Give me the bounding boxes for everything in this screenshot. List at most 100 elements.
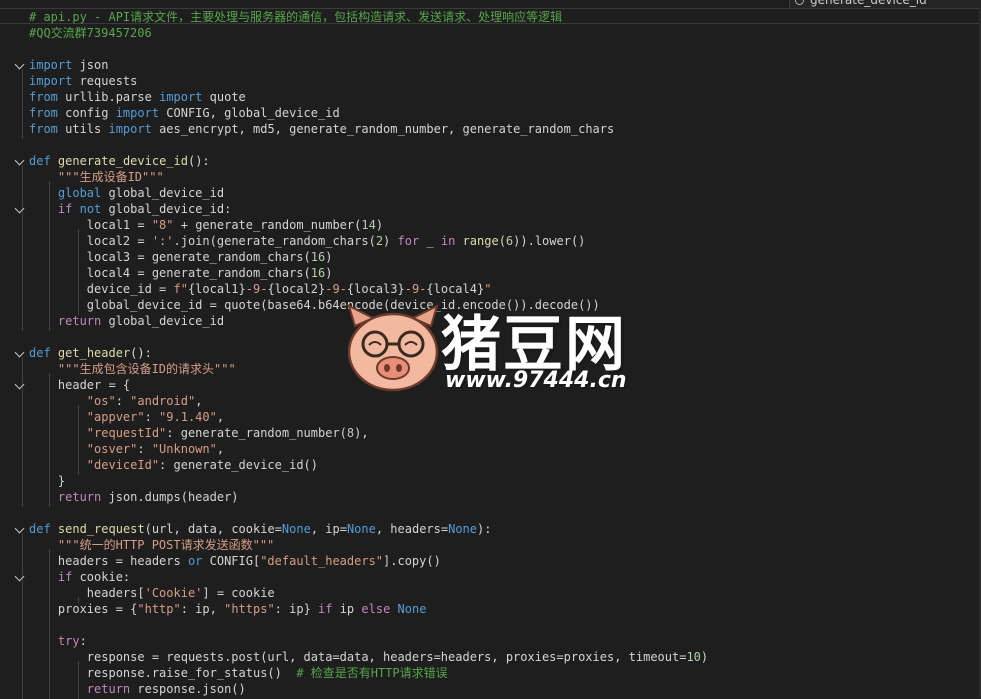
fold-chevron-icon[interactable] xyxy=(14,347,25,358)
code-token: import xyxy=(115,106,160,120)
code-line[interactable]: response.raise_for_status() # 检查是否有HTTP请… xyxy=(0,665,981,681)
editor-tab-generate-device-id[interactable]: generate_device_id xyxy=(789,0,981,8)
code-line[interactable]: """生成设备ID""" xyxy=(0,169,981,185)
code-token: None xyxy=(448,522,477,536)
code-line[interactable]: try: xyxy=(0,633,981,649)
code-text: #QQ交流群739457206 xyxy=(29,25,152,41)
code-token: ) xyxy=(325,250,333,264)
code-line[interactable]: "requestId": generate_random_number(8), xyxy=(0,425,981,441)
code-text: local4 = generate_random_chars(16) xyxy=(29,265,333,281)
fold-chevron-icon[interactable] xyxy=(14,379,25,390)
code-text: def send_request(url, data, cookie=None,… xyxy=(29,521,491,537)
code-line[interactable]: from urllib.parse import quote xyxy=(0,89,981,105)
code-text: from utils import aes_encrypt, md5, gene… xyxy=(29,121,614,137)
code-token: def xyxy=(29,522,51,536)
code-token: : generate_device_id() xyxy=(159,458,318,472)
code-token: , headers= xyxy=(375,522,449,536)
code-text: return json.dumps(header) xyxy=(29,489,239,505)
code-line[interactable] xyxy=(0,505,981,521)
code-line[interactable]: device_id = f"{local1}-9-{local2}-9-{loc… xyxy=(0,281,981,297)
code-token: .join(generate_random_chars( xyxy=(173,234,376,248)
code-token: ) xyxy=(700,650,709,664)
fold-chevron-icon[interactable] xyxy=(14,155,25,166)
code-token: 16 xyxy=(310,250,326,264)
code-text: header = { xyxy=(29,377,130,393)
code-token: "http" xyxy=(137,602,181,616)
code-text: return response.json() xyxy=(29,681,246,697)
code-line[interactable]: if cookie: xyxy=(0,569,981,585)
code-line[interactable]: local1 = "8" + generate_random_number(14… xyxy=(0,217,981,233)
code-token: return xyxy=(57,314,102,328)
fold-chevron-icon[interactable] xyxy=(14,523,25,534)
code-line[interactable]: if not global_device_id: xyxy=(0,201,981,217)
code-token: # api.py - API请求文件，主要处理与服务器的通信，包括构造请求、发送… xyxy=(29,10,563,24)
code-token: , xyxy=(195,394,203,408)
code-line[interactable]: local3 = generate_random_chars(16) xyxy=(0,249,981,265)
code-line[interactable]: from utils import aes_encrypt, md5, gene… xyxy=(0,121,981,137)
code-line[interactable]: response = requests.post(url, data=data,… xyxy=(0,649,981,665)
tab-label: generate_device_id xyxy=(810,0,927,7)
code-text: if cookie: xyxy=(29,569,130,585)
code-line[interactable]: "osver": "Unknown", xyxy=(0,441,981,457)
code-token: from xyxy=(29,122,58,136)
code-token: headers[ xyxy=(29,586,145,600)
fold-chevron-icon[interactable] xyxy=(14,59,25,70)
fold-chevron-icon[interactable] xyxy=(14,571,25,582)
code-line[interactable]: # api.py - API请求文件，主要处理与服务器的通信，包括构造请求、发送… xyxy=(0,9,981,25)
code-line[interactable] xyxy=(0,137,981,153)
code-line[interactable]: from config import CONFIG, global_device… xyxy=(0,105,981,121)
code-line[interactable]: def generate_device_id(): xyxy=(0,153,981,169)
code-text: response.raise_for_status() # 检查是否有HTTP请… xyxy=(29,665,448,681)
code-text: from urllib.parse import quote xyxy=(29,89,246,105)
code-token: ( xyxy=(498,234,506,248)
code-line[interactable]: return json.dumps(header) xyxy=(0,489,981,505)
code-token: {local3} xyxy=(346,282,405,296)
code-token: f" xyxy=(173,282,188,296)
code-line[interactable]: local4 = generate_random_chars(16) xyxy=(0,265,981,281)
code-token: : generate_random_number( xyxy=(166,426,347,440)
code-line[interactable]: } xyxy=(0,473,981,489)
code-line[interactable]: local2 = ':'.join(generate_random_chars(… xyxy=(0,233,981,249)
code-token: CONFIG, global_device_id xyxy=(159,106,340,120)
code-token: import xyxy=(29,58,73,72)
code-token: ip xyxy=(332,602,362,616)
code-token: def xyxy=(29,346,51,360)
code-line[interactable]: #QQ交流群739457206 xyxy=(0,25,981,41)
code-line[interactable]: """统一的HTTP POST请求发送函数""" xyxy=(0,537,981,553)
code-line[interactable] xyxy=(0,617,981,633)
code-line[interactable]: global global_device_id xyxy=(0,185,981,201)
code-text: device_id = f"{local1}-9-{local2}-9-{loc… xyxy=(29,281,492,297)
code-token: #QQ交流群739457206 xyxy=(29,26,152,40)
code-token: def xyxy=(29,154,51,168)
code-line[interactable]: "appver": "9.1.40", xyxy=(0,409,981,425)
code-line[interactable]: def send_request(url, data, cookie=None,… xyxy=(0,521,981,537)
code-token: json xyxy=(72,58,109,72)
code-token: ) xyxy=(375,218,384,232)
code-token: aes_encrypt, md5, generate_random_number… xyxy=(151,122,615,136)
code-line[interactable] xyxy=(0,41,981,57)
code-line[interactable]: import requests xyxy=(0,73,981,89)
code-token: {local2} xyxy=(267,282,326,296)
fold-chevron-icon[interactable] xyxy=(14,203,25,214)
code-line[interactable]: "deviceId": generate_device_id() xyxy=(0,457,981,473)
code-token: range xyxy=(462,234,499,248)
code-text: headers['Cookie'] = cookie xyxy=(29,585,275,601)
code-line[interactable]: proxies = {"http": ip, "https": ip} if i… xyxy=(0,601,981,617)
code-line[interactable]: headers['Cookie'] = cookie xyxy=(0,585,981,601)
code-text: from config import CONFIG, global_device… xyxy=(29,105,340,121)
code-line[interactable]: headers = headers or CONFIG["default_hea… xyxy=(0,553,981,569)
code-line[interactable]: return response.json() xyxy=(0,681,981,697)
code-token: import xyxy=(29,74,73,88)
code-token: {local4} xyxy=(426,282,485,296)
code-token: + generate_random_number( xyxy=(173,218,362,232)
code-text: local2 = ':'.join(generate_random_chars(… xyxy=(29,233,586,249)
function-icon xyxy=(795,0,804,5)
code-line[interactable]: import json xyxy=(0,57,981,73)
